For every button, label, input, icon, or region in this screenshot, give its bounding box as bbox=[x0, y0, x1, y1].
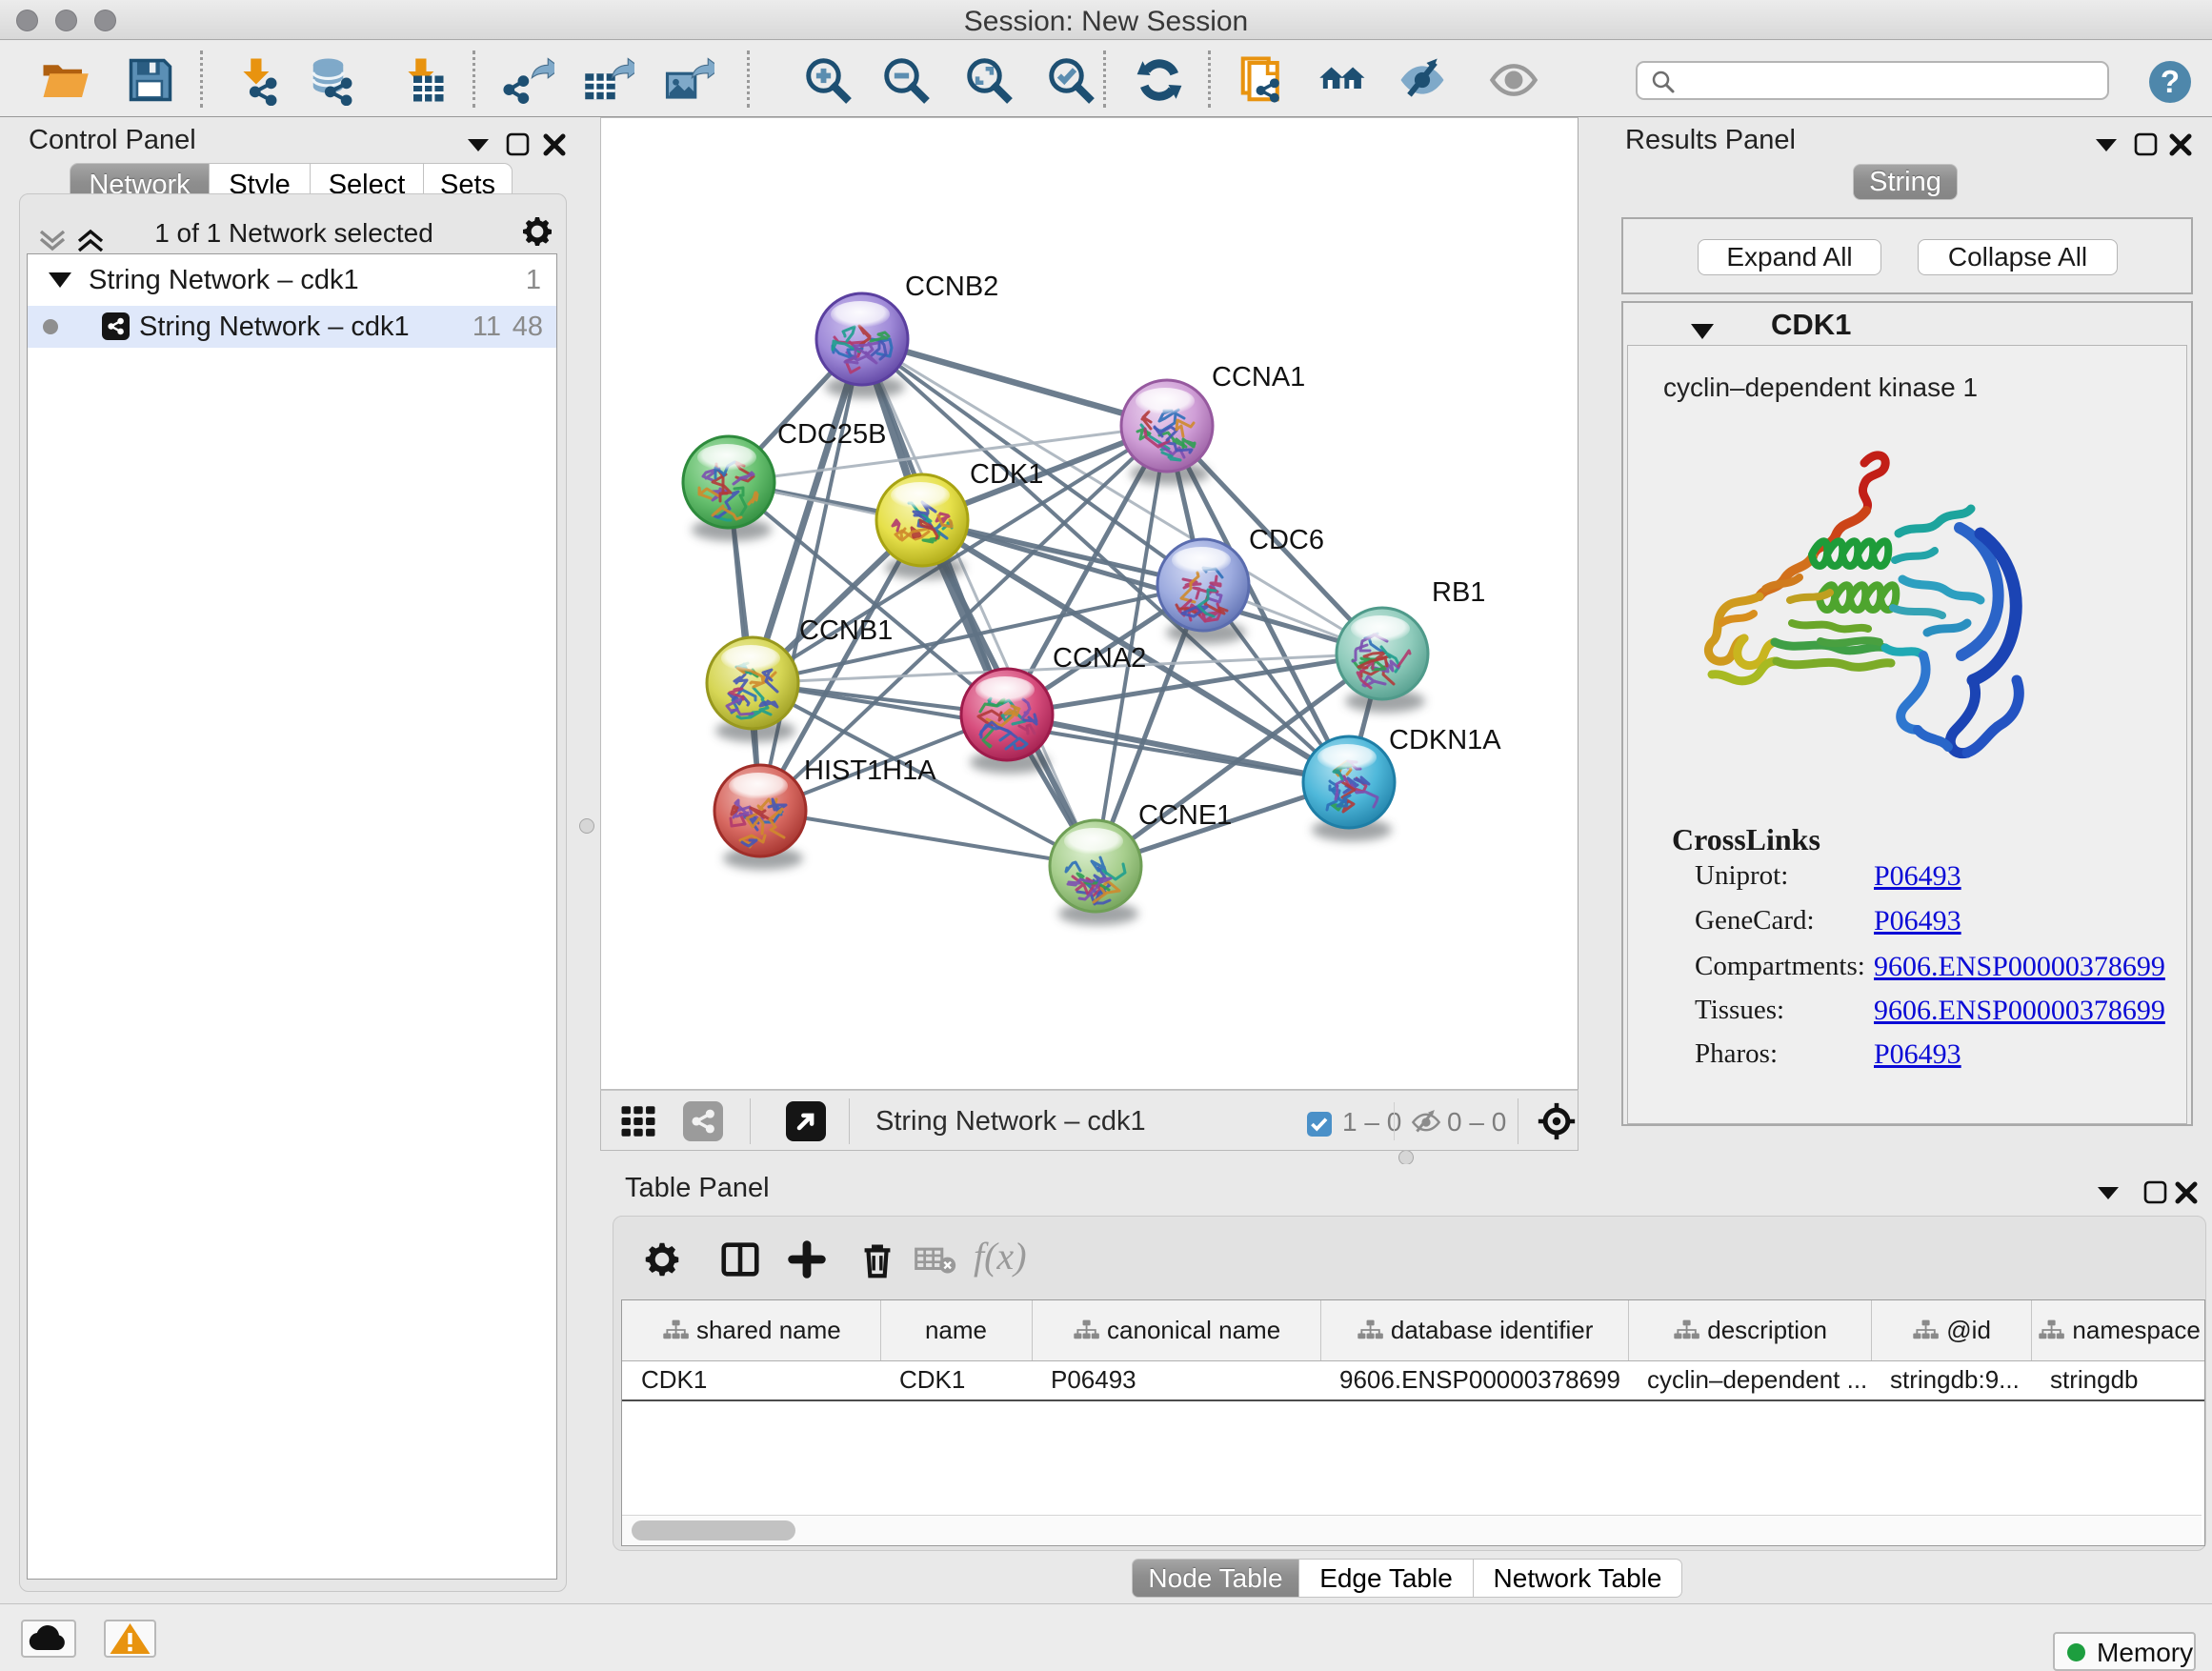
svg-text:RB1: RB1 bbox=[1432, 577, 1485, 608]
svg-text:CDC6: CDC6 bbox=[1249, 525, 1324, 555]
svg-text:CCNA2: CCNA2 bbox=[1053, 643, 1146, 674]
svg-text:CCNE1: CCNE1 bbox=[1138, 800, 1232, 831]
svg-text:CDC25B: CDC25B bbox=[777, 419, 886, 450]
svg-text:CCNB2: CCNB2 bbox=[905, 272, 998, 302]
svg-text:CDK1: CDK1 bbox=[970, 459, 1043, 490]
svg-text:HIST1H1A: HIST1H1A bbox=[804, 755, 936, 786]
svg-text:CDKN1A: CDKN1A bbox=[1389, 725, 1501, 755]
svg-text:CCNB1: CCNB1 bbox=[799, 615, 893, 646]
svg-text:CCNA1: CCNA1 bbox=[1212, 362, 1305, 393]
